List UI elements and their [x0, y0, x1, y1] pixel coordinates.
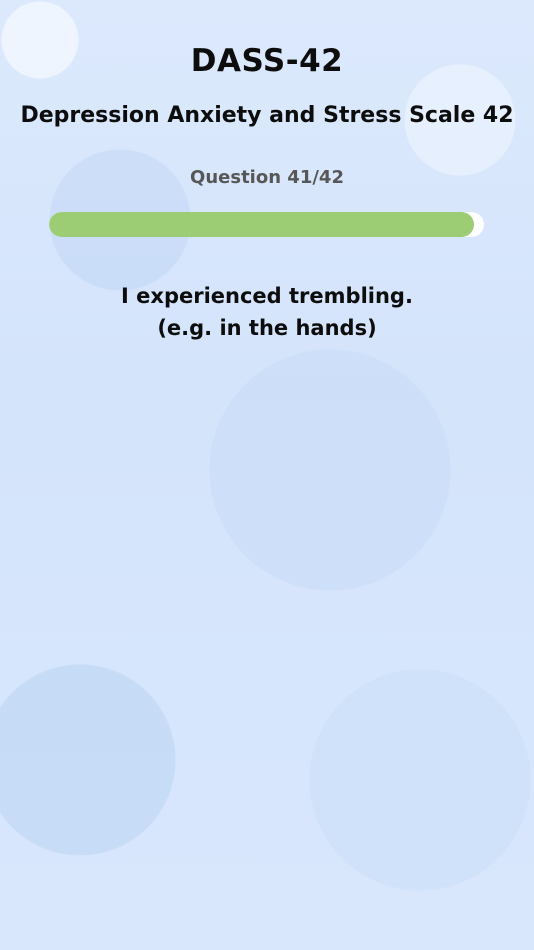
app-title: DASS-42	[190, 43, 344, 79]
question-line-1: I experienced trembling.	[121, 284, 413, 308]
progress-fill	[49, 212, 474, 237]
question-counter: Question 41/42	[190, 167, 344, 188]
quiz-screen: DASS-42 Depression Anxiety and Stress Sc…	[0, 0, 534, 950]
question-text: I experienced trembling. (e.g. in the ha…	[0, 280, 534, 344]
question-line-2: (e.g. in the hands)	[157, 316, 377, 340]
app-subtitle: Depression Anxiety and Stress Scale 42	[20, 103, 514, 128]
progress-bar	[49, 212, 484, 237]
